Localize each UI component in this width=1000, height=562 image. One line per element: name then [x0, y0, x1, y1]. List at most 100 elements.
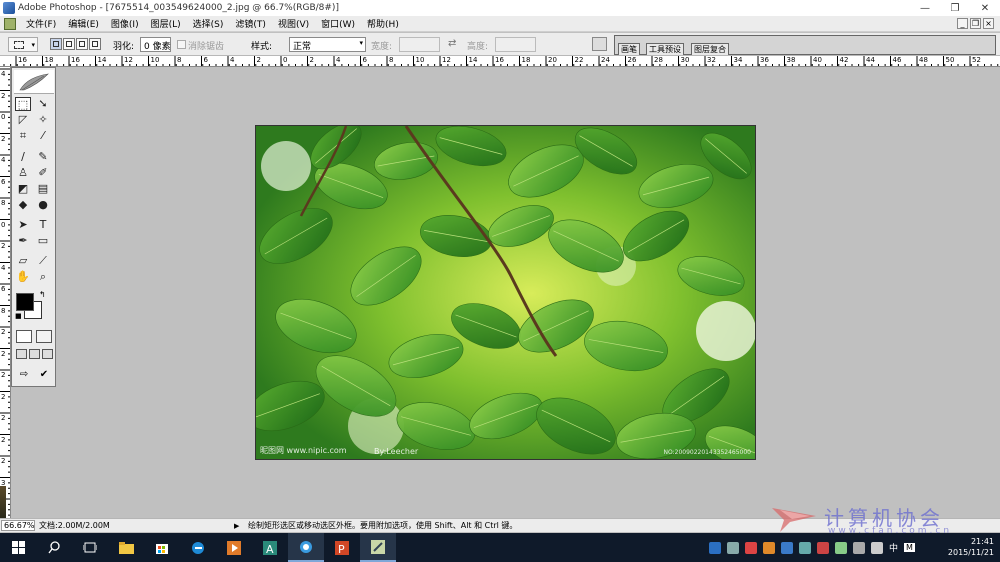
standard-screen-button[interactable]	[16, 349, 27, 359]
app-tray-icon-3[interactable]	[781, 541, 793, 554]
volume-icon[interactable]	[871, 541, 883, 554]
security-shield-icon[interactable]	[709, 541, 721, 554]
quick-mask-button[interactable]	[36, 330, 52, 343]
swap-icon[interactable]: ⇄	[448, 38, 456, 49]
ruler-tick-label: 2	[1, 414, 6, 422]
status-menu-arrow-icon[interactable]: ▶	[234, 522, 244, 530]
menu-select[interactable]: 选择(S)	[187, 17, 230, 30]
ruler-tick-label: 8	[1, 199, 6, 207]
canvas-watermark-left: 昵图网 www.nipic.com	[260, 446, 347, 455]
default-colors-icon[interactable]: ■	[15, 312, 22, 320]
app-a-icon[interactable]: A	[252, 533, 288, 562]
imageready-icon[interactable]: ✔	[35, 368, 53, 381]
zoom-field[interactable]: 66.67%	[1, 520, 35, 531]
menu-edit[interactable]: 编辑(E)	[62, 17, 105, 30]
tab-brushes[interactable]: 画笔	[618, 43, 640, 55]
doc-minimize-button[interactable]: _	[957, 18, 968, 29]
file-explorer-icon[interactable]	[108, 533, 144, 562]
ruler-tick-label: 18	[44, 56, 54, 64]
width-input[interactable]	[399, 37, 440, 52]
menu-image[interactable]: 图像(I)	[105, 17, 145, 30]
eyedropper-tool-icon[interactable]: ⟋	[35, 254, 51, 268]
clock[interactable]: 21:41 2015/11/21	[942, 536, 994, 558]
tool-preset-picker[interactable]: ▾	[8, 37, 38, 52]
full-screen-button[interactable]	[42, 349, 53, 359]
battery-icon[interactable]	[835, 541, 847, 554]
magic-wand-tool-icon[interactable]: ✧	[35, 113, 51, 127]
minimize-button[interactable]: —	[910, 0, 940, 16]
store-icon[interactable]	[144, 533, 180, 562]
menu-file[interactable]: 文件(F)	[20, 17, 62, 30]
windows-start-icon[interactable]	[0, 533, 36, 562]
menu-help[interactable]: 帮助(H)	[361, 17, 405, 30]
app-tray-icon-2[interactable]	[763, 541, 775, 554]
photoshop-taskbar-icon[interactable]	[360, 533, 396, 562]
flag-icon[interactable]	[817, 541, 829, 554]
foreground-color-swatch[interactable]	[16, 293, 34, 311]
slice-tool-icon[interactable]: ⁄	[35, 129, 51, 143]
height-input[interactable]	[495, 37, 536, 52]
lasso-tool-icon[interactable]: ◸	[15, 113, 31, 127]
ruler-tick-label: 8	[177, 56, 182, 64]
task-view-icon[interactable]	[72, 533, 108, 562]
standard-mode-button[interactable]	[16, 330, 32, 343]
document-size[interactable]: 文档:2.00M/2.00M	[39, 520, 194, 531]
menu-window[interactable]: 窗口(W)	[315, 17, 361, 30]
new-selection-button[interactable]	[50, 38, 62, 50]
type-tool-icon[interactable]: T	[35, 218, 51, 232]
rect-marquee-tool-icon[interactable]: ⬚	[15, 97, 31, 111]
subtract-selection-button[interactable]	[76, 38, 88, 50]
blur-tool-icon[interactable]: ◆	[15, 198, 31, 212]
ruler-tick-label: 10	[415, 56, 425, 64]
search-icon[interactable]	[36, 533, 72, 562]
move-tool-icon[interactable]: ➘	[35, 97, 51, 111]
full-screen-menu-button[interactable]	[29, 349, 40, 359]
pen-tool-icon[interactable]: ✒	[15, 234, 31, 248]
tab-layer-comps[interactable]: 图层复合	[691, 43, 729, 55]
notes-tool-icon[interactable]: ▱	[15, 254, 31, 268]
cloud-icon[interactable]	[727, 541, 739, 554]
zoom-tool-icon[interactable]: ⌕	[35, 270, 51, 284]
path-selection-tool-icon[interactable]: ➤	[15, 218, 31, 232]
history-brush-tool-icon[interactable]: ✐	[35, 166, 51, 180]
clone-stamp-tool-icon[interactable]: ♙	[15, 166, 31, 180]
edge-browser-icon[interactable]	[180, 533, 216, 562]
maximize-button[interactable]: ❐	[940, 0, 970, 16]
eraser-tool-icon[interactable]: ◩	[15, 182, 31, 196]
healing-brush-tool-icon[interactable]: ∕	[15, 150, 31, 164]
add-selection-button[interactable]	[63, 38, 75, 50]
dodge-tool-icon[interactable]: ●	[35, 198, 51, 212]
document-canvas[interactable]: 昵图网 www.nipic.com By:Leecher NO:20090220…	[255, 125, 756, 460]
ruler-tick-label: 22	[574, 56, 584, 64]
qq-browser-icon[interactable]	[288, 533, 324, 562]
media-player-icon[interactable]	[216, 533, 252, 562]
tab-tool-presets[interactable]: 工具预设	[646, 43, 684, 55]
shape-tool-icon[interactable]: ▭	[35, 234, 51, 248]
menu-layer[interactable]: 图层(L)	[145, 17, 187, 30]
menu-view[interactable]: 视图(V)	[272, 17, 315, 30]
style-select[interactable]: 正常 ▾	[289, 37, 366, 52]
network-icon[interactable]	[853, 541, 865, 554]
intersect-selection-button[interactable]	[89, 38, 101, 50]
swap-colors-icon[interactable]: ↰	[39, 290, 46, 299]
doc-restore-button[interactable]: ❐	[970, 18, 981, 29]
close-button[interactable]: ✕	[970, 0, 1000, 16]
doc-close-button[interactable]: ×	[983, 18, 994, 29]
app-tray-icon-4[interactable]	[799, 541, 811, 554]
feather-input[interactable]: 0 像素	[140, 37, 171, 52]
ime-mode-indicator[interactable]: M	[904, 543, 915, 552]
ruler-tick-label: 4	[230, 56, 235, 64]
menu-filter[interactable]: 滤镜(T)	[229, 17, 272, 30]
hand-tool-icon[interactable]: ✋	[15, 270, 31, 284]
file-browser-icon[interactable]	[592, 37, 607, 51]
ime-indicator[interactable]: 中	[889, 541, 898, 554]
powerpoint-icon[interactable]: P	[324, 533, 360, 562]
gradient-tool-icon[interactable]: ▤	[35, 182, 51, 196]
crop-tool-icon[interactable]: ⌗	[15, 129, 31, 143]
document-icon[interactable]	[4, 17, 16, 30]
adobe-feather-logo[interactable]	[14, 70, 54, 94]
app-tray-icon[interactable]	[745, 541, 757, 554]
antialias-checkbox[interactable]	[177, 40, 186, 49]
brush-tool-icon[interactable]: ✎	[35, 150, 51, 164]
jump-to-imageready-icon[interactable]: ⇨	[15, 368, 33, 381]
